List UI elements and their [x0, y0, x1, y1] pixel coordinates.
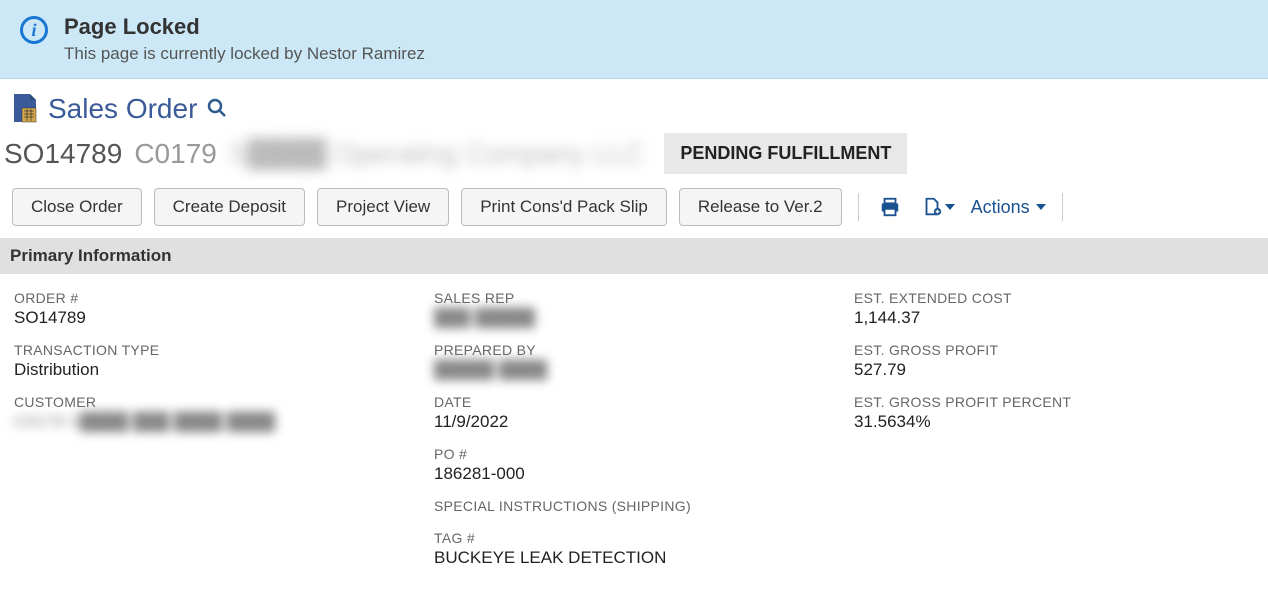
sales-order-doc-icon — [12, 94, 38, 124]
label: SPECIAL INSTRUCTIONS (SHIPPING) — [434, 498, 834, 514]
value: ███ █████ — [434, 308, 834, 328]
actions-dropdown[interactable]: Actions — [971, 197, 1046, 218]
field-date: DATE 11/9/2022 — [434, 394, 834, 432]
customer-code: C0179 — [134, 138, 217, 170]
label: PREPARED BY — [434, 342, 834, 358]
label: EST. GROSS PROFIT PERCENT — [854, 394, 1254, 410]
page-title: Sales Order — [48, 93, 197, 125]
print-icon[interactable] — [875, 192, 905, 222]
lock-message: This page is currently locked by Nestor … — [64, 44, 1248, 64]
section-primary-info: Primary Information — [0, 238, 1268, 274]
field-est-extended-cost: EST. EXTENDED COST 1,144.37 — [854, 290, 1254, 328]
close-order-button[interactable]: Close Order — [12, 188, 142, 226]
info-icon: i — [20, 16, 48, 44]
field-est-gross-profit-pct: EST. GROSS PROFIT PERCENT 31.5634% — [854, 394, 1254, 432]
value: BUCKEYE LEAK DETECTION — [434, 548, 834, 568]
customer-name-redacted: S████ Operating Company LLC — [229, 138, 645, 170]
value: 527.79 — [854, 360, 1254, 380]
label: TRANSACTION TYPE — [14, 342, 414, 358]
release-ver2-button[interactable]: Release to Ver.2 — [679, 188, 842, 226]
search-icon[interactable] — [207, 98, 227, 121]
field-special-instructions: SPECIAL INSTRUCTIONS (SHIPPING) — [434, 498, 834, 516]
lock-title: Page Locked — [64, 14, 1248, 40]
project-view-button[interactable]: Project View — [317, 188, 449, 226]
field-order-num: ORDER # SO14789 — [14, 290, 414, 328]
lock-banner: i Page Locked This page is currently loc… — [0, 0, 1268, 79]
field-est-gross-profit: EST. GROSS PROFIT 527.79 — [854, 342, 1254, 380]
label: DATE — [434, 394, 834, 410]
add-doc-icon[interactable] — [917, 192, 959, 222]
field-transaction-type: TRANSACTION TYPE Distribution — [14, 342, 414, 380]
label: SALES REP — [434, 290, 834, 306]
value: █████ ████ — [434, 360, 834, 380]
page-header: Sales Order — [0, 79, 1268, 133]
order-id: SO14789 — [4, 138, 122, 170]
value: 11/9/2022 — [434, 412, 834, 432]
subhead: SO14789 C0179 S████ Operating Company LL… — [0, 133, 1268, 186]
value: 1,144.37 — [854, 308, 1254, 328]
chevron-down-icon — [945, 204, 955, 210]
field-customer: CUSTOMER C0179 S████ ███ ████ ████ — [14, 394, 414, 432]
toolbar: Close Order Create Deposit Project View … — [0, 186, 1268, 238]
primary-info-grid: ORDER # SO14789 TRANSACTION TYPE Distrib… — [0, 274, 1268, 584]
field-tag-num: TAG # BUCKEYE LEAK DETECTION — [434, 530, 834, 568]
label: EST. EXTENDED COST — [854, 290, 1254, 306]
label: ORDER # — [14, 290, 414, 306]
actions-label: Actions — [971, 197, 1030, 218]
label: EST. GROSS PROFIT — [854, 342, 1254, 358]
toolbar-divider — [1062, 193, 1063, 221]
value[interactable]: C0179 S████ ███ ████ ████ — [14, 412, 414, 432]
print-pack-slip-button[interactable]: Print Cons'd Pack Slip — [461, 188, 667, 226]
label: TAG # — [434, 530, 834, 546]
chevron-down-icon — [1036, 204, 1046, 210]
field-prepared-by: PREPARED BY █████ ████ — [434, 342, 834, 380]
value: 186281-000 — [434, 464, 834, 484]
toolbar-divider — [858, 193, 859, 221]
value: 31.5634% — [854, 412, 1254, 432]
value: SO14789 — [14, 308, 414, 328]
label: CUSTOMER — [14, 394, 414, 410]
value: Distribution — [14, 360, 414, 380]
status-badge: PENDING FULFILLMENT — [664, 133, 907, 174]
field-sales-rep: SALES REP ███ █████ — [434, 290, 834, 328]
field-po-num: PO # 186281-000 — [434, 446, 834, 484]
label: PO # — [434, 446, 834, 462]
create-deposit-button[interactable]: Create Deposit — [154, 188, 305, 226]
